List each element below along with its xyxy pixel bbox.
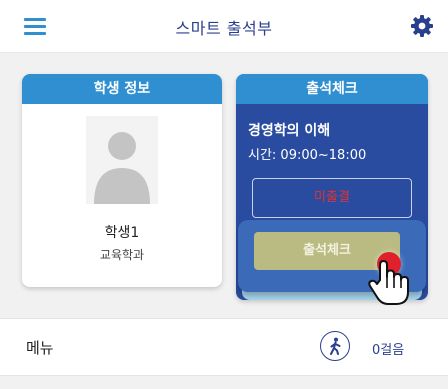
attendance-header: 출석체크 — [236, 74, 428, 104]
course-time: 시간: 09:00~18:00 — [248, 148, 367, 163]
student-name: 학생1 — [104, 225, 140, 241]
app-header: 스마트 출석부 — [0, 0, 448, 53]
student-info-card: 학생 정보 학생1 교육학과 — [22, 74, 222, 287]
user-silhouette-icon — [86, 116, 158, 204]
gear-icon[interactable] — [410, 14, 434, 38]
student-department: 교육학과 — [99, 248, 145, 262]
student-info-header: 학생 정보 — [22, 74, 222, 104]
menu-label[interactable]: 메뉴 — [26, 337, 54, 358]
course-title: 경영학의 이해 — [248, 123, 331, 139]
attendance-status: 미출결 — [252, 178, 412, 218]
app-title: 스마트 출석부 — [175, 19, 273, 38]
hand-pointer-icon — [368, 260, 409, 305]
menu-bar: 메뉴 0걸음 — [0, 318, 448, 376]
walking-person-icon[interactable] — [320, 331, 350, 361]
step-count: 0걸음 — [372, 343, 405, 358]
